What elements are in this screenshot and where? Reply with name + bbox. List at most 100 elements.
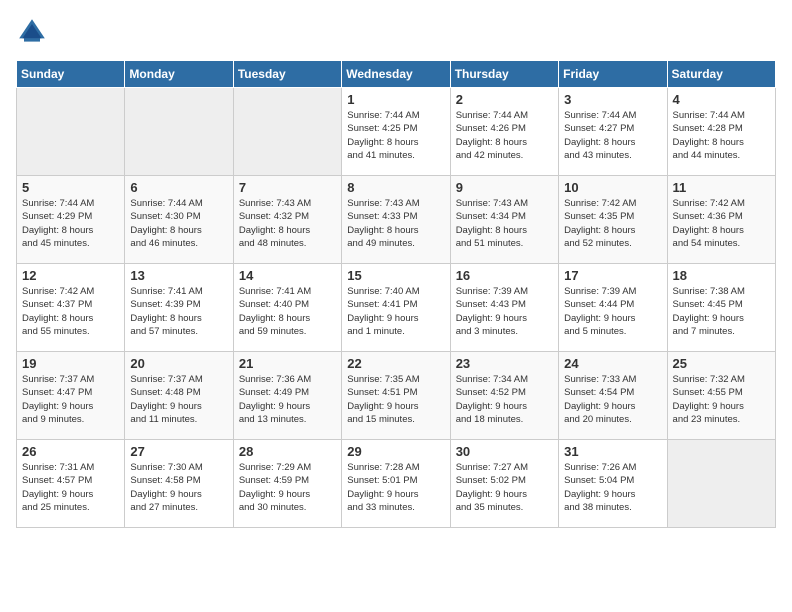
day-info: Sunrise: 7:41 AM Sunset: 4:40 PM Dayligh… <box>239 285 336 338</box>
calendar-day-cell: 24 Sunrise: 7:33 AM Sunset: 4:54 PM Dayli… <box>559 352 667 440</box>
day-info: Sunrise: 7:27 AM Sunset: 5:02 PM Dayligh… <box>456 461 553 514</box>
day-number: 24 <box>564 356 661 371</box>
calendar-day-cell: 26 Sunrise: 7:31 AM Sunset: 4:57 PM Dayli… <box>17 440 125 528</box>
calendar-day-cell: 7 Sunrise: 7:43 AM Sunset: 4:32 PM Daylig… <box>233 176 341 264</box>
calendar-week-row: 1 Sunrise: 7:44 AM Sunset: 4:25 PM Daylig… <box>17 88 776 176</box>
day-number: 22 <box>347 356 444 371</box>
day-info: Sunrise: 7:40 AM Sunset: 4:41 PM Dayligh… <box>347 285 444 338</box>
day-number: 28 <box>239 444 336 459</box>
day-number: 3 <box>564 92 661 107</box>
day-number: 9 <box>456 180 553 195</box>
day-info: Sunrise: 7:32 AM Sunset: 4:55 PM Dayligh… <box>673 373 770 426</box>
calendar-day-cell: 16 Sunrise: 7:39 AM Sunset: 4:43 PM Dayli… <box>450 264 558 352</box>
day-info: Sunrise: 7:41 AM Sunset: 4:39 PM Dayligh… <box>130 285 227 338</box>
day-info: Sunrise: 7:30 AM Sunset: 4:58 PM Dayligh… <box>130 461 227 514</box>
day-number: 15 <box>347 268 444 283</box>
calendar-week-row: 12 Sunrise: 7:42 AM Sunset: 4:37 PM Dayli… <box>17 264 776 352</box>
day-info: Sunrise: 7:39 AM Sunset: 4:43 PM Dayligh… <box>456 285 553 338</box>
calendar-day-cell <box>667 440 775 528</box>
page-header <box>16 16 776 48</box>
calendar-day-cell: 22 Sunrise: 7:35 AM Sunset: 4:51 PM Dayli… <box>342 352 450 440</box>
day-number: 29 <box>347 444 444 459</box>
logo <box>16 16 52 48</box>
day-number: 6 <box>130 180 227 195</box>
calendar-day-cell: 6 Sunrise: 7:44 AM Sunset: 4:30 PM Daylig… <box>125 176 233 264</box>
calendar-table: SundayMondayTuesdayWednesdayThursdayFrid… <box>16 60 776 528</box>
calendar-day-cell: 9 Sunrise: 7:43 AM Sunset: 4:34 PM Daylig… <box>450 176 558 264</box>
calendar-day-cell: 4 Sunrise: 7:44 AM Sunset: 4:28 PM Daylig… <box>667 88 775 176</box>
day-number: 4 <box>673 92 770 107</box>
calendar-day-cell: 15 Sunrise: 7:40 AM Sunset: 4:41 PM Dayli… <box>342 264 450 352</box>
calendar-day-cell: 10 Sunrise: 7:42 AM Sunset: 4:35 PM Dayli… <box>559 176 667 264</box>
calendar-day-cell: 28Sunrise: 7:29 AM Sunset: 4:59 PM Dayli… <box>233 440 341 528</box>
day-info: Sunrise: 7:44 AM Sunset: 4:28 PM Dayligh… <box>673 109 770 162</box>
day-info: Sunrise: 7:26 AM Sunset: 5:04 PM Dayligh… <box>564 461 661 514</box>
day-info: Sunrise: 7:31 AM Sunset: 4:57 PM Dayligh… <box>22 461 119 514</box>
calendar-day-cell: 23Sunrise: 7:34 AM Sunset: 4:52 PM Dayli… <box>450 352 558 440</box>
day-number: 17 <box>564 268 661 283</box>
calendar-week-row: 19Sunrise: 7:37 AM Sunset: 4:47 PM Dayli… <box>17 352 776 440</box>
day-info: Sunrise: 7:35 AM Sunset: 4:51 PM Dayligh… <box>347 373 444 426</box>
day-info: Sunrise: 7:37 AM Sunset: 4:48 PM Dayligh… <box>130 373 227 426</box>
day-number: 18 <box>673 268 770 283</box>
calendar-day-cell: 19Sunrise: 7:37 AM Sunset: 4:47 PM Dayli… <box>17 352 125 440</box>
calendar-header-row: SundayMondayTuesdayWednesdayThursdayFrid… <box>17 61 776 88</box>
day-number: 8 <box>347 180 444 195</box>
day-info: Sunrise: 7:44 AM Sunset: 4:25 PM Dayligh… <box>347 109 444 162</box>
day-info: Sunrise: 7:44 AM Sunset: 4:30 PM Dayligh… <box>130 197 227 250</box>
calendar-day-cell: 30 Sunrise: 7:27 AM Sunset: 5:02 PM Dayli… <box>450 440 558 528</box>
day-number: 11 <box>673 180 770 195</box>
calendar-day-cell: 17Sunrise: 7:39 AM Sunset: 4:44 PM Dayli… <box>559 264 667 352</box>
day-info: Sunrise: 7:38 AM Sunset: 4:45 PM Dayligh… <box>673 285 770 338</box>
day-info: Sunrise: 7:33 AM Sunset: 4:54 PM Dayligh… <box>564 373 661 426</box>
weekday-header: Sunday <box>17 61 125 88</box>
day-info: Sunrise: 7:42 AM Sunset: 4:36 PM Dayligh… <box>673 197 770 250</box>
day-info: Sunrise: 7:43 AM Sunset: 4:33 PM Dayligh… <box>347 197 444 250</box>
day-info: Sunrise: 7:43 AM Sunset: 4:34 PM Dayligh… <box>456 197 553 250</box>
calendar-day-cell: 3 Sunrise: 7:44 AM Sunset: 4:27 PM Daylig… <box>559 88 667 176</box>
weekday-header: Tuesday <box>233 61 341 88</box>
calendar-day-cell: 2Sunrise: 7:44 AM Sunset: 4:26 PM Daylig… <box>450 88 558 176</box>
calendar-day-cell: 31Sunrise: 7:26 AM Sunset: 5:04 PM Dayli… <box>559 440 667 528</box>
calendar-day-cell: 20 Sunrise: 7:37 AM Sunset: 4:48 PM Dayli… <box>125 352 233 440</box>
day-number: 13 <box>130 268 227 283</box>
day-info: Sunrise: 7:44 AM Sunset: 4:26 PM Dayligh… <box>456 109 553 162</box>
day-info: Sunrise: 7:42 AM Sunset: 4:35 PM Dayligh… <box>564 197 661 250</box>
calendar-day-cell: 12 Sunrise: 7:42 AM Sunset: 4:37 PM Dayli… <box>17 264 125 352</box>
day-number: 30 <box>456 444 553 459</box>
day-info: Sunrise: 7:42 AM Sunset: 4:37 PM Dayligh… <box>22 285 119 338</box>
day-number: 16 <box>456 268 553 283</box>
calendar-week-row: 5Sunrise: 7:44 AM Sunset: 4:29 PM Daylig… <box>17 176 776 264</box>
day-info: Sunrise: 7:44 AM Sunset: 4:27 PM Dayligh… <box>564 109 661 162</box>
calendar-day-cell: 11 Sunrise: 7:42 AM Sunset: 4:36 PM Dayli… <box>667 176 775 264</box>
weekday-header: Friday <box>559 61 667 88</box>
day-number: 25 <box>673 356 770 371</box>
day-number: 12 <box>22 268 119 283</box>
day-number: 21 <box>239 356 336 371</box>
calendar-week-row: 26 Sunrise: 7:31 AM Sunset: 4:57 PM Dayli… <box>17 440 776 528</box>
calendar-day-cell: 18 Sunrise: 7:38 AM Sunset: 4:45 PM Dayli… <box>667 264 775 352</box>
day-info: Sunrise: 7:28 AM Sunset: 5:01 PM Dayligh… <box>347 461 444 514</box>
day-number: 7 <box>239 180 336 195</box>
day-number: 26 <box>22 444 119 459</box>
calendar-day-cell: 27Sunrise: 7:30 AM Sunset: 4:58 PM Dayli… <box>125 440 233 528</box>
calendar-day-cell: 14Sunrise: 7:41 AM Sunset: 4:40 PM Dayli… <box>233 264 341 352</box>
calendar-day-cell: 29 Sunrise: 7:28 AM Sunset: 5:01 PM Dayli… <box>342 440 450 528</box>
calendar-day-cell: 1 Sunrise: 7:44 AM Sunset: 4:25 PM Daylig… <box>342 88 450 176</box>
day-number: 1 <box>347 92 444 107</box>
day-number: 19 <box>22 356 119 371</box>
weekday-header: Thursday <box>450 61 558 88</box>
day-number: 20 <box>130 356 227 371</box>
logo-icon <box>16 16 48 48</box>
calendar-day-cell <box>233 88 341 176</box>
calendar-day-cell: 5Sunrise: 7:44 AM Sunset: 4:29 PM Daylig… <box>17 176 125 264</box>
weekday-header: Saturday <box>667 61 775 88</box>
day-number: 10 <box>564 180 661 195</box>
weekday-header: Wednesday <box>342 61 450 88</box>
calendar-day-cell <box>17 88 125 176</box>
weekday-header: Monday <box>125 61 233 88</box>
calendar-day-cell: 8 Sunrise: 7:43 AM Sunset: 4:33 PM Daylig… <box>342 176 450 264</box>
day-info: Sunrise: 7:43 AM Sunset: 4:32 PM Dayligh… <box>239 197 336 250</box>
day-info: Sunrise: 7:36 AM Sunset: 4:49 PM Dayligh… <box>239 373 336 426</box>
day-info: Sunrise: 7:34 AM Sunset: 4:52 PM Dayligh… <box>456 373 553 426</box>
